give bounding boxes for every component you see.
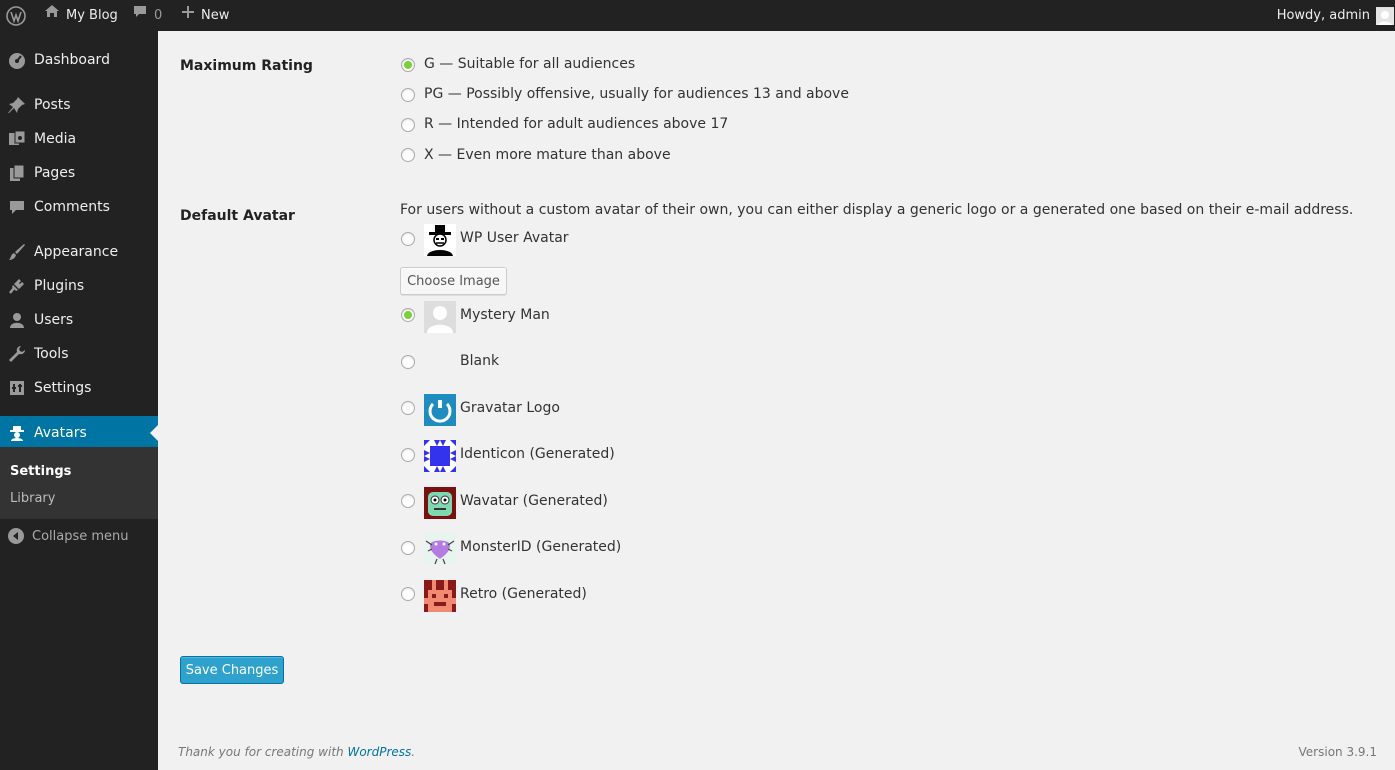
mystery-man-image <box>424 301 456 333</box>
site-name-link[interactable]: My Blog <box>44 0 118 31</box>
menu-label: Pages <box>34 165 76 181</box>
menu-item-pages[interactable]: Pages <box>0 156 158 190</box>
footer-version: Version 3.9.1 <box>1298 745 1377 759</box>
avatar-option-wp-user-avatar[interactable]: WP User Avatar <box>460 230 569 246</box>
avatar-option-blank[interactable]: Blank <box>460 353 499 369</box>
avatar-option-wavatar[interactable]: Wavatar (Generated) <box>460 493 608 509</box>
menu-label: Settings <box>34 380 92 396</box>
menu-label: Plugins <box>34 278 85 294</box>
howdy-text: Howdy, admin <box>1276 8 1370 23</box>
avatar-option-gravatar-logo[interactable]: Gravatar Logo <box>460 400 560 416</box>
choose-image-button[interactable]: Choose Image <box>400 267 507 295</box>
wp-user-avatar-image <box>424 224 456 256</box>
avatar-radio-mystery-man[interactable] <box>401 308 415 322</box>
avatar-option-monsterid[interactable]: MonsterID (Generated) <box>460 539 621 555</box>
avatar-radio-monsterid[interactable] <box>401 541 415 555</box>
monsterid-image <box>424 533 456 565</box>
footer-thanks: Thank you for creating with WordPress. <box>178 745 415 759</box>
avatar-radio-wp-user-avatar[interactable] <box>401 232 415 246</box>
home-icon <box>44 0 60 31</box>
menu-item-settings[interactable]: Settings <box>0 371 158 405</box>
user-avatar-icon <box>1376 6 1394 25</box>
menu-item-avatars[interactable]: Avatars <box>0 416 158 450</box>
menu-item-comments[interactable]: Comments <box>0 190 158 224</box>
avatars-submenu: Settings Library <box>0 447 158 519</box>
rating-radio-r[interactable] <box>401 118 415 132</box>
save-changes-button[interactable]: Save Changes <box>180 656 284 684</box>
avatar-radio-retro[interactable] <box>401 587 415 601</box>
dashboard-icon <box>7 50 27 70</box>
admin-menu: Dashboard Posts Media Pages Comments App… <box>0 31 158 770</box>
plug-icon <box>7 276 27 296</box>
avatar-icon <box>7 423 27 443</box>
wavatar-image <box>424 487 456 519</box>
menu-label: Media <box>34 131 77 147</box>
comments-count: 0 <box>154 8 163 23</box>
avatar-option-retro[interactable]: Retro (Generated) <box>460 586 587 602</box>
rating-radio-g[interactable] <box>401 58 415 72</box>
avatar-option-identicon[interactable]: Identicon (Generated) <box>460 446 615 462</box>
wrench-icon <box>7 344 27 364</box>
rating-radio-pg[interactable] <box>401 88 415 102</box>
media-icon <box>7 129 27 149</box>
new-content-link[interactable]: New <box>181 0 229 31</box>
submenu-item-settings[interactable]: Settings <box>10 464 71 479</box>
menu-item-users[interactable]: Users <box>0 303 158 337</box>
menu-label: Posts <box>34 97 71 113</box>
avatar-radio-identicon[interactable] <box>401 448 415 462</box>
rating-option-r[interactable]: R — Intended for adult audiences above 1… <box>424 116 728 132</box>
menu-item-dashboard[interactable]: Dashboard <box>0 43 158 77</box>
avatar-radio-blank[interactable] <box>401 355 415 369</box>
plus-icon <box>181 0 195 31</box>
footer-thanks-suffix: . <box>411 745 416 759</box>
rating-radio-x[interactable] <box>401 148 415 162</box>
pin-icon <box>7 95 27 115</box>
wordpress-link[interactable]: WordPress <box>347 745 411 759</box>
menu-label: Tools <box>34 346 69 362</box>
site-name: My Blog <box>66 8 118 23</box>
comment-icon <box>7 197 27 217</box>
identicon-image <box>424 440 456 472</box>
brush-icon <box>7 242 27 262</box>
wordpress-logo-icon[interactable] <box>6 0 26 31</box>
new-label: New <box>201 8 230 23</box>
collapse-label: Collapse menu <box>32 528 129 544</box>
gravatar-logo-image <box>424 394 456 426</box>
settings-icon <box>7 378 27 398</box>
retro-image <box>424 580 456 612</box>
submenu-item-library[interactable]: Library <box>10 491 55 506</box>
menu-item-media[interactable]: Media <box>0 122 158 156</box>
rating-option-pg[interactable]: PG — Possibly offensive, usually for aud… <box>424 86 849 102</box>
rating-option-x[interactable]: X — Even more mature than above <box>424 147 671 163</box>
avatar-radio-gravatar-logo[interactable] <box>401 401 415 415</box>
footer-thanks-prefix: Thank you for creating with <box>178 745 348 759</box>
menu-item-plugins[interactable]: Plugins <box>0 269 158 303</box>
maximum-rating-label: Maximum Rating <box>180 58 313 74</box>
menu-item-posts[interactable]: Posts <box>0 88 158 122</box>
comments-link[interactable]: 0 <box>132 0 162 31</box>
menu-label: Dashboard <box>34 52 110 68</box>
user-icon <box>7 310 27 330</box>
avatar-option-mystery-man[interactable]: Mystery Man <box>460 307 550 323</box>
default-avatar-label: Default Avatar <box>180 208 295 224</box>
pages-icon <box>7 163 27 183</box>
collapse-arrow-icon <box>8 528 24 544</box>
menu-label: Avatars <box>34 425 87 441</box>
menu-item-appearance[interactable]: Appearance <box>0 235 158 269</box>
admin-bar: My Blog 0 New Howdy, admin <box>0 0 1395 31</box>
comment-bubble-icon <box>132 0 148 31</box>
default-avatar-description: For users without a custom avatar of the… <box>400 202 1354 218</box>
menu-label: Appearance <box>34 244 119 260</box>
menu-label: Users <box>34 312 74 328</box>
collapse-menu-button[interactable]: Collapse menu <box>8 528 129 544</box>
menu-label: Comments <box>34 199 110 215</box>
my-account-link[interactable]: Howdy, admin <box>1277 0 1394 31</box>
menu-item-tools[interactable]: Tools <box>0 337 158 371</box>
avatar-radio-wavatar[interactable] <box>401 494 415 508</box>
rating-option-g[interactable]: G — Suitable for all audiences <box>424 56 635 72</box>
